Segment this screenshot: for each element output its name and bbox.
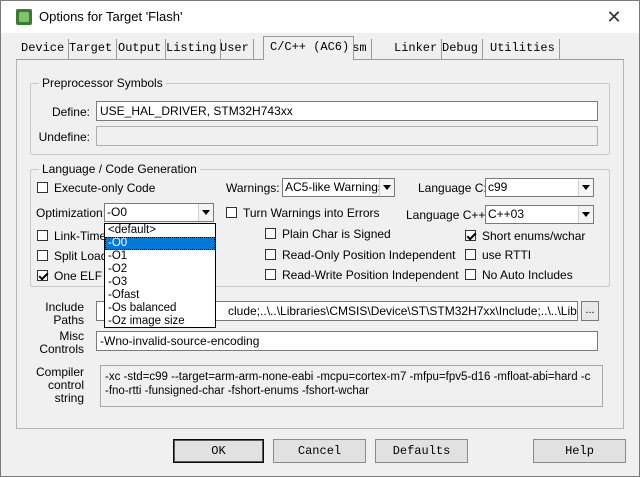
dropdown-option[interactable]: -O3 bbox=[105, 276, 215, 289]
dropdown-option-selected[interactable]: -O0 bbox=[105, 237, 215, 250]
chevron-down-icon[interactable] bbox=[379, 179, 394, 196]
include-paths-label-line2: Paths bbox=[53, 313, 84, 327]
no-auto-includes-label: No Auto Includes bbox=[482, 268, 573, 282]
undefine-label: Undefine: bbox=[38, 130, 90, 144]
rw-pos-indep-box[interactable] bbox=[265, 269, 276, 280]
preprocessor-group-label: Preprocessor Symbols bbox=[39, 76, 166, 90]
include-paths-label-line1: Include bbox=[45, 300, 84, 314]
options-dialog: Options for Target 'Flash' ✕ Device Targ… bbox=[0, 0, 640, 477]
dropdown-option[interactable]: -O2 bbox=[105, 263, 215, 276]
compiler-control-label-line1: Compiler bbox=[35, 365, 84, 379]
language-c-select[interactable]: c99 bbox=[485, 178, 594, 197]
app-icon bbox=[16, 9, 32, 25]
compiler-control-label-line2: control bbox=[47, 378, 84, 392]
plain-char-signed-label: Plain Char is Signed bbox=[282, 227, 391, 241]
tab-target[interactable]: Target bbox=[65, 39, 118, 59]
plain-char-signed-box[interactable] bbox=[265, 228, 276, 239]
optimization-value: -O0 bbox=[107, 205, 128, 219]
include-paths-value: clude;..\..\Libraries\CMSIS\Device\ST\ST… bbox=[228, 304, 577, 318]
no-auto-includes-box[interactable] bbox=[465, 269, 476, 280]
warnings-select[interactable]: AC5-like Warnings bbox=[282, 178, 395, 197]
title-bar: Options for Target 'Flash' ✕ bbox=[1, 1, 639, 33]
ro-pos-indep-label: Read-Only Position Independent bbox=[282, 248, 456, 262]
turn-warnings-errors-label: Turn Warnings into Errors bbox=[243, 206, 380, 220]
rw-pos-indep-label: Read-Write Position Independent bbox=[282, 268, 459, 282]
one-elf-box[interactable] bbox=[37, 270, 48, 281]
close-button[interactable]: ✕ bbox=[603, 6, 625, 28]
ok-button[interactable]: OK bbox=[173, 439, 264, 463]
tab-output[interactable]: Output bbox=[114, 39, 167, 59]
language-c-value: c99 bbox=[488, 180, 508, 194]
optimization-dropdown-list: <default> -O0 -O1 -O2 -O3 -Ofast -Os bal… bbox=[104, 223, 216, 328]
include-paths-label: Include Paths bbox=[31, 301, 84, 327]
warnings-value: AC5-like Warnings bbox=[285, 180, 384, 194]
window-title: Options for Target 'Flash' bbox=[39, 9, 183, 24]
dropdown-option[interactable]: -O1 bbox=[105, 250, 215, 263]
compiler-control-label: Compiler control string bbox=[31, 366, 84, 405]
chevron-down-icon[interactable] bbox=[578, 206, 593, 223]
language-cpp-select[interactable]: C++03 bbox=[485, 205, 594, 224]
tab-user[interactable]: User bbox=[216, 39, 254, 59]
compiler-control-string[interactable]: -xc -std=c99 --target=arm-arm-none-eabi … bbox=[100, 365, 603, 407]
short-enums-label: Short enums/wchar bbox=[482, 229, 586, 243]
execute-only-box[interactable] bbox=[37, 182, 48, 193]
language-cpp-value: C++03 bbox=[488, 207, 525, 221]
cancel-button[interactable]: Cancel bbox=[273, 439, 366, 463]
define-input[interactable]: USE_HAL_DRIVER, STM32H743xx bbox=[96, 101, 598, 121]
use-rtti-box[interactable] bbox=[465, 249, 476, 260]
tab-cpp-ac6[interactable]: C/C++ (AC6) bbox=[263, 36, 355, 60]
defaults-button[interactable]: Defaults bbox=[375, 439, 468, 463]
dropdown-option[interactable]: -Ofast bbox=[105, 289, 215, 302]
misc-controls-label-line2: Controls bbox=[39, 342, 84, 356]
execute-only-label: Execute-only Code bbox=[54, 181, 156, 195]
language-cpp-label: Language C++: bbox=[406, 208, 489, 222]
ro-pos-indep-box[interactable] bbox=[265, 249, 276, 260]
dropdown-option[interactable]: -Os balanced bbox=[105, 302, 215, 315]
compiler-control-line2: -fno-rtti -funsigned-char -fshort-enums … bbox=[105, 385, 369, 397]
optimization-label: Optimization: bbox=[36, 206, 107, 220]
help-button[interactable]: Help bbox=[533, 439, 626, 463]
misc-controls-label: Misc Controls bbox=[31, 330, 84, 356]
define-label: Define: bbox=[51, 105, 90, 119]
dropdown-option[interactable]: <default> bbox=[105, 224, 215, 237]
compiler-control-line1: -xc -std=c99 --target=arm-arm-none-eabi … bbox=[105, 371, 591, 383]
tab-linker[interactable]: Linker bbox=[390, 39, 443, 59]
split-load-label: Split Load bbox=[54, 249, 108, 263]
short-enums-box[interactable] bbox=[465, 230, 476, 241]
misc-controls-label-line1: Misc bbox=[59, 329, 84, 343]
include-paths-browse-button[interactable]: ... bbox=[581, 301, 599, 321]
chevron-down-icon[interactable] bbox=[198, 204, 213, 221]
language-group-label: Language / Code Generation bbox=[39, 162, 200, 176]
misc-controls-input[interactable]: -Wno-invalid-source-encoding bbox=[96, 331, 598, 351]
compiler-control-label-line3: string bbox=[54, 391, 84, 405]
link-time-box[interactable] bbox=[37, 230, 48, 241]
tab-device[interactable]: Device bbox=[17, 39, 70, 59]
use-rtti-label: use RTTI bbox=[482, 248, 532, 262]
dropdown-option[interactable]: -Oz image size bbox=[105, 315, 215, 328]
tab-listing[interactable]: Listing bbox=[162, 39, 222, 59]
turn-warnings-errors-box[interactable] bbox=[226, 207, 237, 218]
language-c-label: Language C: bbox=[418, 181, 487, 195]
chevron-down-icon[interactable] bbox=[578, 179, 593, 196]
warnings-label: Warnings: bbox=[226, 181, 280, 195]
split-load-box[interactable] bbox=[37, 250, 48, 261]
optimization-select[interactable]: -O0 bbox=[104, 203, 214, 222]
tab-utilities[interactable]: Utilities bbox=[486, 39, 560, 59]
tab-debug[interactable]: Debug bbox=[438, 39, 484, 59]
undefine-input[interactable] bbox=[96, 126, 598, 146]
